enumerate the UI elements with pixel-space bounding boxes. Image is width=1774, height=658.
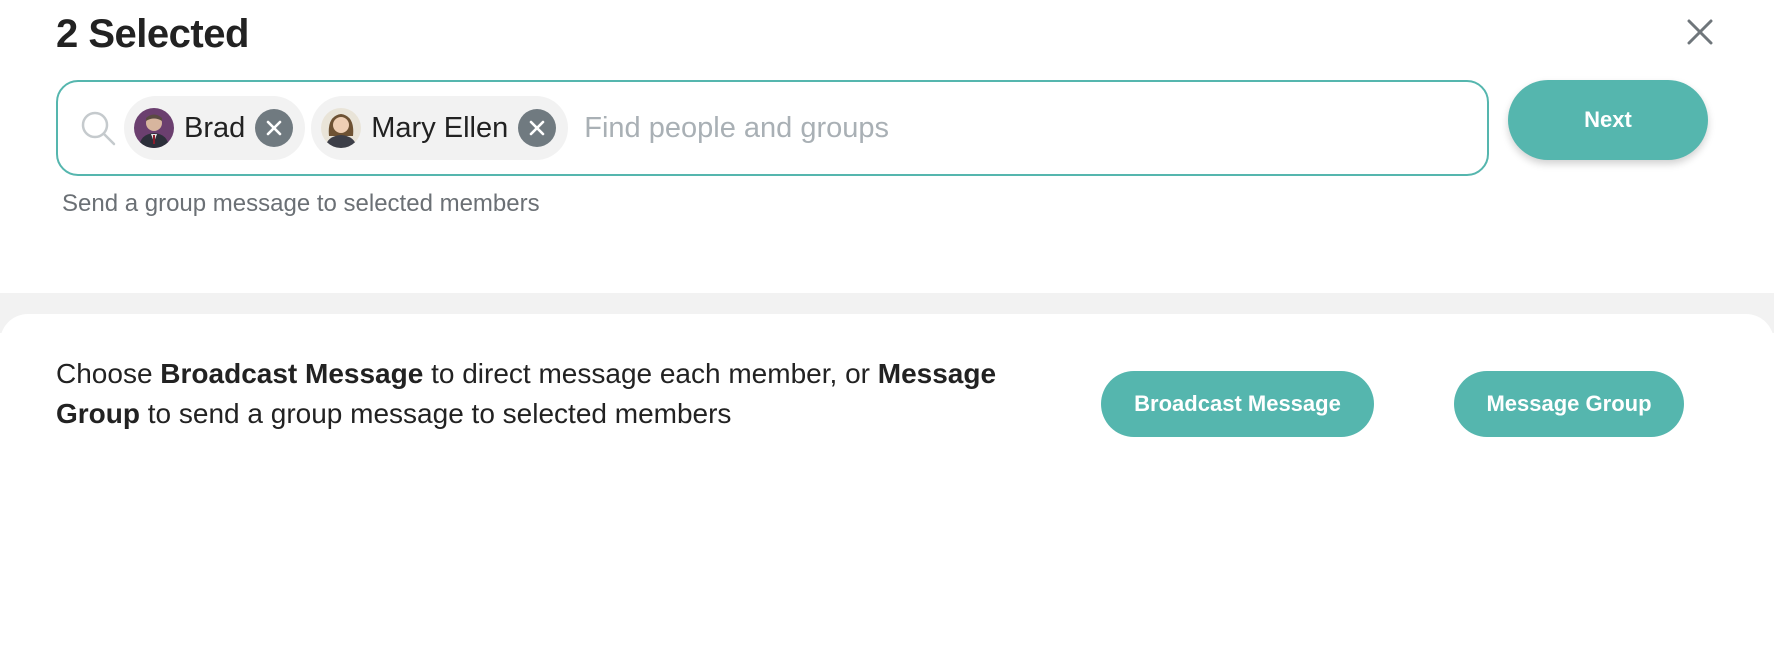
search-input[interactable] [582,97,1487,159]
close-circle-icon [529,120,545,136]
avatar [321,108,362,148]
chip-label: Brad [184,111,246,144]
close-circle-icon [266,120,282,136]
message-options-card: Choose Broadcast Message to direct messa… [0,314,1774,658]
recipient-chip-mary-ellen: Mary Ellen [311,96,569,160]
search-icon [78,108,118,148]
chip-label: Mary Ellen [371,111,509,144]
description-text: to send a group message to selected memb… [140,398,732,429]
broadcast-message-button[interactable]: Broadcast Message [1101,371,1374,437]
avatar [134,108,174,148]
message-group-button[interactable]: Message Group [1454,371,1684,437]
recipient-chip-brad: Brad [124,96,306,160]
remove-mary-ellen-button[interactable] [518,109,557,147]
close-button[interactable] [1682,14,1718,50]
message-options-description: Choose Broadcast Message to direct messa… [56,354,1066,434]
description-broadcast-term: Broadcast Message [160,358,424,389]
description-text: to direct message each member, or [423,358,878,389]
remove-brad-button[interactable] [255,109,294,147]
next-button[interactable]: Next [1508,80,1708,160]
page-title: 2 Selected [56,12,249,56]
recipient-search-box[interactable]: Brad Mary Ellen [56,80,1489,176]
close-icon [1687,19,1713,45]
group-message-dialog: 2 Selected Brad Mary Ellen Find people a… [0,0,1774,658]
selection-panel: 2 Selected Brad Mary Ellen Find people a… [0,0,1774,293]
description-text: Choose [56,358,161,389]
helper-text: Send a group message to selected members [62,190,540,217]
